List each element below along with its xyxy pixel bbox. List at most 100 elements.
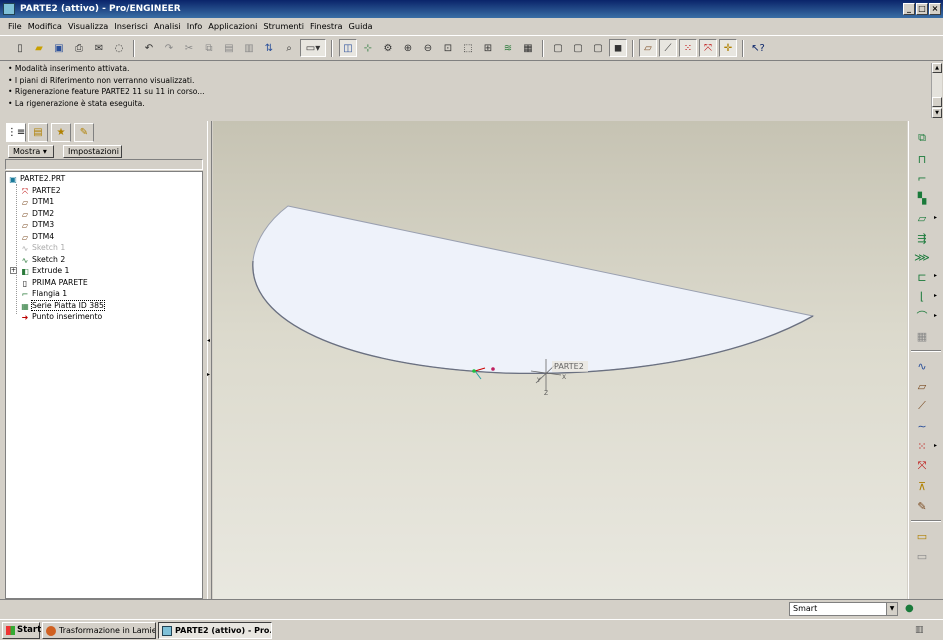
menu-view[interactable]: Visualizza: [65, 18, 111, 34]
zoom-in-icon[interactable]: ⊕: [399, 39, 417, 57]
message-scrollbar[interactable]: ▲ ▼: [931, 63, 942, 118]
close-window-icon[interactable]: ◌: [110, 39, 128, 57]
sketch-tool-icon[interactable]: ∿: [913, 357, 931, 375]
coordinate-systems-icon[interactable]: ⤧: [699, 39, 717, 57]
expand-icon[interactable]: +: [10, 267, 17, 274]
extend-wall-icon[interactable]: ▚: [913, 189, 931, 207]
measure-tool-icon[interactable]: ✎: [913, 497, 931, 515]
paste-icon[interactable]: ▤: [220, 39, 238, 57]
scroll-down-icon[interactable]: ▼: [932, 108, 942, 118]
copy-icon[interactable]: ⧉: [200, 39, 218, 57]
menu-edit[interactable]: Modifica: [25, 18, 65, 34]
datum-curve-tool-icon[interactable]: ∼: [913, 417, 931, 435]
minimize-button[interactable]: _: [903, 3, 915, 15]
cut-icon[interactable]: ✂: [180, 39, 198, 57]
datum-plane-tool-icon[interactable]: ▱: [913, 377, 931, 395]
menu-file[interactable]: File: [5, 18, 25, 34]
regenerate-icon[interactable]: ⇅: [260, 39, 278, 57]
tree-item[interactable]: ➜ Punto inserimento: [20, 311, 103, 323]
form-icon[interactable]: ⌒: [913, 307, 931, 325]
print-icon[interactable]: ⎙: [70, 39, 88, 57]
analysis-tool-icon[interactable]: ⊼: [913, 477, 931, 495]
show-dropdown[interactable]: Mostra ▾: [8, 145, 54, 158]
tree-item[interactable]: ▱ DTM1: [20, 196, 54, 208]
folder-browser-tab-icon[interactable]: ▤: [28, 123, 48, 142]
tree-item[interactable]: ⤧ PARTE2: [20, 185, 61, 197]
wireframe-icon[interactable]: ▢: [549, 39, 567, 57]
selection-filter-select[interactable]: Smart ▼: [789, 602, 898, 616]
tree-item[interactable]: ⌐ Flangia 1: [20, 288, 68, 300]
tree-item[interactable]: ∿ Sketch 1: [20, 242, 66, 254]
tree-filter-field[interactable]: [5, 159, 203, 170]
sheetmetal-part[interactable]: [252, 205, 815, 374]
menu-tools[interactable]: Strumenti: [260, 18, 307, 34]
menu-applications[interactable]: Applicazioni: [205, 18, 260, 34]
save-icon[interactable]: ▣: [50, 39, 68, 57]
flat-pattern-icon[interactable]: ▦: [913, 327, 931, 345]
model-tree-tab-icon[interactable]: ⋮≡: [6, 123, 26, 142]
repaint-icon[interactable]: ◫: [339, 39, 357, 57]
tree-item[interactable]: ◧ Extrude 1: [20, 265, 69, 277]
taskbar-item-active[interactable]: PARTE2 (attivo) - Pro...: [158, 622, 272, 639]
selection-filter-icon[interactable]: ▭▾: [300, 39, 326, 57]
datum-planes-icon[interactable]: ▱: [639, 39, 657, 57]
rip-icon[interactable]: ▭: [913, 547, 931, 565]
orient-mode-icon[interactable]: ⚙: [379, 39, 397, 57]
no-hidden-icon[interactable]: ▢: [589, 39, 607, 57]
tree-item[interactable]: ▱ DTM3: [20, 219, 54, 231]
datum-axes-icon[interactable]: ⟋: [659, 39, 677, 57]
favorites-tab-icon[interactable]: ★: [51, 123, 71, 142]
menu-info[interactable]: Info: [184, 18, 206, 34]
tree-root[interactable]: ▣ PARTE2.PRT: [8, 173, 65, 185]
context-help-icon[interactable]: ↖?: [749, 39, 767, 57]
connections-tab-icon[interactable]: ✎: [74, 123, 94, 142]
redo-icon[interactable]: ↷: [160, 39, 178, 57]
panel-splitter[interactable]: ◂ ▸: [207, 121, 212, 599]
saved-views-icon[interactable]: ⊞: [479, 39, 497, 57]
csys-tool-icon[interactable]: ⤧: [913, 457, 931, 475]
refit-icon[interactable]: ⊡: [439, 39, 457, 57]
view-manager-icon[interactable]: ▦: [519, 39, 537, 57]
scroll-thumb[interactable]: [932, 97, 942, 107]
graphics-window[interactable]: PARTE2 X Y Z: [213, 121, 907, 599]
menu-insert[interactable]: Inserisci: [111, 18, 151, 34]
menu-help[interactable]: Guida: [346, 18, 376, 34]
flange-wall-icon[interactable]: ⌐: [913, 169, 931, 187]
undo-icon[interactable]: ↶: [140, 39, 158, 57]
spin-center-display-icon[interactable]: ✛: [719, 39, 737, 57]
flat-wall-icon[interactable]: ▱: [913, 209, 931, 227]
bend-icon[interactable]: ⋙: [913, 248, 931, 266]
send-mail-icon[interactable]: ✉: [90, 39, 108, 57]
model-view[interactable]: [213, 121, 907, 599]
shading-icon[interactable]: ◼: [609, 39, 627, 57]
datum-axis-tool-icon[interactable]: ⟋: [913, 397, 931, 415]
menu-window[interactable]: Finestra: [307, 18, 345, 34]
expand-arrow-icon[interactable]: ▸: [207, 371, 210, 378]
zoom-out-icon[interactable]: ⊖: [419, 39, 437, 57]
hidden-line-icon[interactable]: ▢: [569, 39, 587, 57]
unattached-wall-icon[interactable]: ⊓: [913, 150, 931, 168]
chevron-down-icon[interactable]: ▼: [886, 603, 897, 615]
find-icon[interactable]: ⌕: [280, 39, 298, 57]
tree-item[interactable]: ▯ PRIMA PARETE: [20, 277, 88, 289]
maximize-button[interactable]: □: [916, 3, 928, 15]
menu-analysis[interactable]: Analisi: [151, 18, 184, 34]
scroll-up-icon[interactable]: ▲: [932, 63, 942, 73]
paste-special-icon[interactable]: ▥: [240, 39, 258, 57]
tree-item[interactable]: ▱ DTM4: [20, 231, 54, 243]
open-folder-icon[interactable]: ▰: [30, 39, 48, 57]
datum-point-tool-icon[interactable]: ⁙: [913, 437, 931, 455]
layers-icon[interactable]: ≋: [499, 39, 517, 57]
settings-dropdown[interactable]: Impostazioni ▾: [63, 145, 122, 167]
tree-item[interactable]: ∿ Sketch 2: [20, 254, 66, 266]
convert-to-sheetmetal-icon[interactable]: ⧉: [913, 129, 931, 147]
tray-icon[interactable]: ▥: [915, 625, 925, 635]
edge-bend-icon[interactable]: ⊏: [913, 268, 931, 286]
sheetmetal-form-icon[interactable]: ▭: [913, 527, 931, 545]
merge-wall-icon[interactable]: ⇶: [913, 229, 931, 247]
new-file-icon[interactable]: ▯: [11, 39, 29, 57]
tree-item-selected[interactable]: ▦ Serie Piatta ID 385: [20, 299, 105, 312]
start-button[interactable]: Start: [2, 622, 41, 639]
reorient-icon[interactable]: ⬚: [459, 39, 477, 57]
collapse-arrow-icon[interactable]: ◂: [207, 337, 210, 344]
